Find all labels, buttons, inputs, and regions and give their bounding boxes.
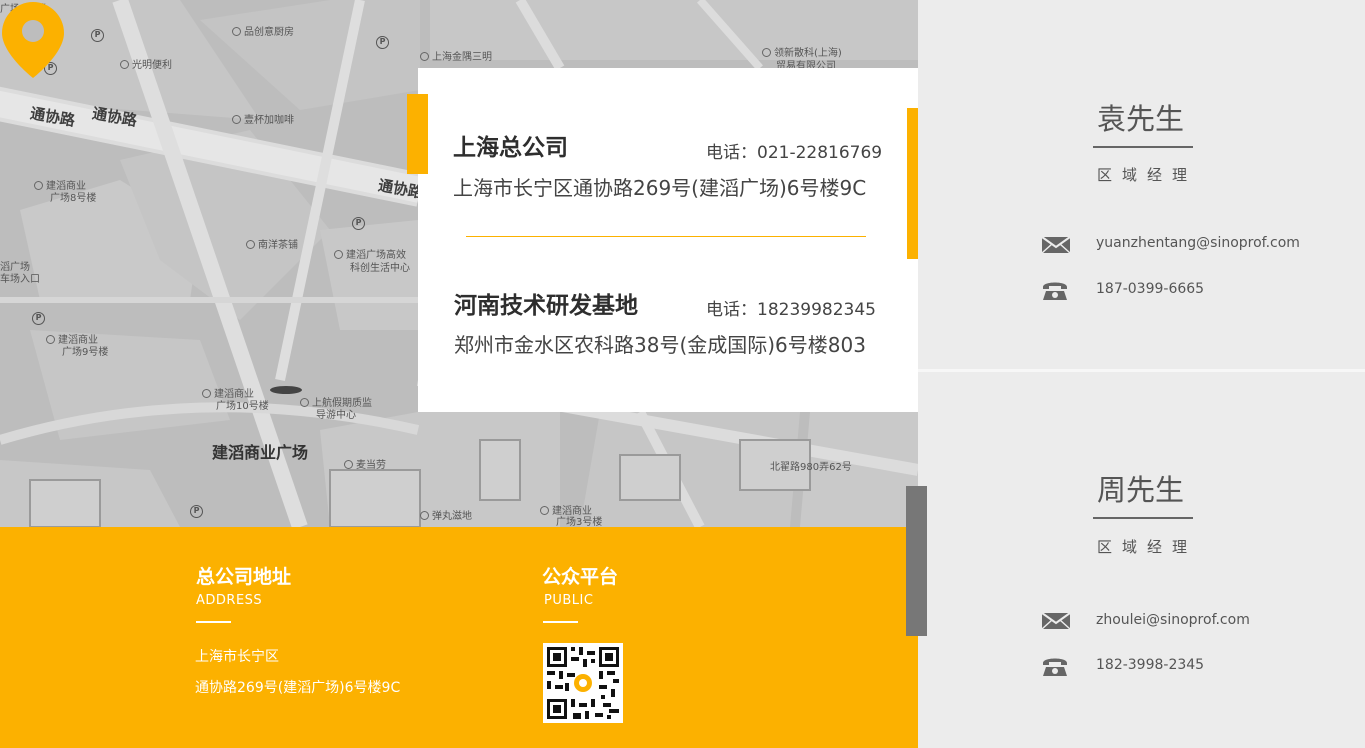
hq-address-rule bbox=[196, 621, 231, 623]
map-poi-icon bbox=[540, 506, 549, 515]
contact-name: 周先生 bbox=[1097, 473, 1185, 507]
card-divider bbox=[466, 236, 866, 237]
office-address-henan: 郑州市金水区农科路38号(金成国际)6号楼803 bbox=[454, 333, 866, 357]
parking-icon: P bbox=[352, 217, 365, 230]
map-poi-icon bbox=[246, 240, 255, 249]
parking-icon: P bbox=[376, 36, 389, 49]
map-place-label: 广场3号楼 bbox=[556, 517, 603, 527]
parking-icon: P bbox=[190, 505, 203, 518]
map-poi-icon bbox=[300, 398, 309, 407]
contact-role: 区域经理 bbox=[1097, 166, 1198, 184]
map-place-label: 上海金隅三明 bbox=[420, 52, 492, 63]
map-place-label: 北翟路980弄62号 bbox=[770, 462, 852, 473]
hq-address-subtitle: ADDRESS bbox=[196, 593, 263, 608]
map-place-label: 建滔商业 bbox=[540, 506, 592, 517]
map-poi-icon bbox=[34, 181, 43, 190]
public-platform-title: 公众平台 bbox=[542, 566, 619, 588]
map-place-label: 上航假期质监 bbox=[300, 398, 372, 409]
envelope-icon bbox=[1041, 612, 1071, 630]
map-place-label: 弹丸滋地 bbox=[420, 511, 472, 522]
hq-address-line1: 上海市长宁区 bbox=[195, 649, 279, 665]
side-tab[interactable] bbox=[906, 486, 927, 636]
contact-email[interactable]: yuanzhentang@sinoprof.com bbox=[1096, 235, 1300, 251]
contact-role: 区域经理 bbox=[1097, 538, 1198, 556]
map-place-label: 品创意厨房 bbox=[232, 27, 294, 38]
telephone-icon bbox=[1043, 658, 1067, 676]
map-place-label: 导游中心 bbox=[316, 410, 356, 421]
contact-phone[interactable]: 187-0399-6665 bbox=[1096, 281, 1204, 297]
office-phone-shanghai[interactable]: 电话：021-22816769 bbox=[706, 138, 882, 163]
office-name-henan: 河南技术研发基地 bbox=[454, 293, 638, 319]
qr-code-icon[interactable] bbox=[543, 643, 623, 723]
map-poi-icon bbox=[232, 115, 241, 124]
public-platform-rule bbox=[543, 621, 578, 623]
hq-address-line2: 通协路269号(建滔广场)6号楼9C bbox=[195, 680, 401, 696]
map-place-label: 广场10号楼 bbox=[216, 401, 269, 412]
parking-icon: P bbox=[32, 312, 45, 325]
parking-icon: P bbox=[91, 29, 104, 42]
office-address-shanghai: 上海市长宁区通协路269号(建滔广场)6号楼9C bbox=[453, 176, 867, 200]
map-poi-icon bbox=[120, 60, 129, 69]
map-poi-icon bbox=[344, 460, 353, 469]
contact-name-rule bbox=[1093, 146, 1193, 148]
hq-address-title: 总公司地址 bbox=[196, 566, 292, 588]
telephone-icon bbox=[1043, 282, 1067, 300]
map-place-label: 建滔广场高效 bbox=[334, 250, 406, 261]
card-accent-left bbox=[407, 94, 428, 174]
map-place-label: 南洋茶铺 bbox=[246, 240, 298, 251]
map-poi-icon bbox=[334, 250, 343, 259]
map-place-label: 车场入口 bbox=[0, 274, 40, 285]
map-place-label: 领新散科(上海) bbox=[762, 48, 842, 59]
map-place-label: 科创生活中心 bbox=[350, 263, 410, 274]
public-platform-subtitle: PUBLIC bbox=[544, 593, 594, 608]
map-place-label: 麦当劳 bbox=[344, 460, 386, 471]
location-pin-icon[interactable] bbox=[0, 0, 66, 96]
map-place-label: 广场8号楼 bbox=[50, 193, 97, 204]
map-place-label: 滔广场 bbox=[0, 262, 30, 273]
footer-bar bbox=[0, 527, 918, 748]
map-place-label: 建滔商业 bbox=[34, 181, 86, 192]
office-card bbox=[418, 68, 918, 412]
contacts-separator bbox=[918, 369, 1365, 372]
contact-name-rule bbox=[1093, 517, 1193, 519]
map-place-label: 广场9号楼 bbox=[62, 347, 109, 358]
map-poi-icon bbox=[420, 52, 429, 61]
map-place-label: 光明便利 bbox=[120, 60, 172, 71]
map-poi-icon bbox=[762, 48, 771, 57]
map-poi-icon bbox=[420, 511, 429, 520]
contact-email[interactable]: zhoulei@sinoprof.com bbox=[1096, 612, 1250, 628]
envelope-icon bbox=[1041, 236, 1071, 254]
map-landmark-label: 建滔商业广场 bbox=[212, 443, 309, 462]
contact-name: 袁先生 bbox=[1097, 102, 1185, 136]
map-place-label: 壹杯加咖啡 bbox=[232, 115, 294, 126]
map-poi-icon bbox=[46, 335, 55, 344]
office-phone-henan[interactable]: 电话：18239982345 bbox=[706, 295, 876, 320]
map-place-label: 建滔商业 bbox=[46, 335, 98, 346]
map-poi-icon bbox=[232, 27, 241, 36]
map-place-label: 建滔商业 bbox=[202, 389, 254, 400]
map-poi-icon bbox=[202, 389, 211, 398]
office-name-shanghai: 上海总公司 bbox=[453, 135, 568, 161]
contact-phone[interactable]: 182-3998-2345 bbox=[1096, 657, 1204, 673]
